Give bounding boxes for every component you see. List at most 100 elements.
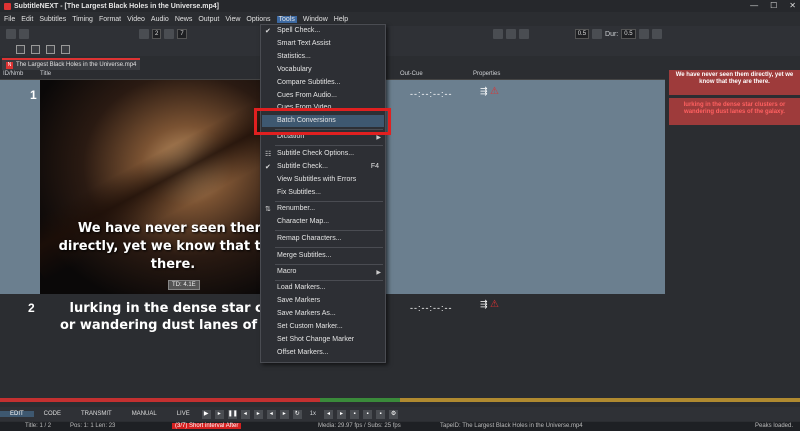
menu-item-save-markers[interactable]: Save Markers [277,297,320,304]
menu-item-set-shot-change-marker[interactable]: Set Shot Change Marker [277,336,354,343]
menu-item-load-markers[interactable]: Load Markers... [277,284,326,291]
warning-icon: ⚠ [490,299,500,310]
col-title[interactable]: Title [40,71,51,77]
menu-item-macro[interactable]: Macro [277,268,296,275]
menu-item-remap-characters[interactable]: Remap Characters... [277,235,342,242]
menu-item-spell-check[interactable]: Spell Check... [277,27,320,34]
formatting-toolbar: 2 7 0.5 Dur: 0.5 [0,26,800,42]
document-tab[interactable]: N The Largest Black Holes in the Univers… [2,58,141,70]
menu-tools[interactable]: Tools [276,15,297,23]
menu-item-set-custom-marker[interactable]: Set Custom Marker... [277,323,343,330]
menu-item-character-map[interactable]: Character Map... [277,218,329,225]
mode-transmit[interactable]: TRANSMIT [71,411,122,417]
file-icon: N [6,61,13,69]
menu-item-subtitle-check-options[interactable]: Subtitle Check Options... [277,150,354,157]
menu-item-view-errors[interactable]: View Subtitles with Errors [277,176,356,183]
submenu-arrow-icon: ▶ [376,135,381,141]
step-forward-icon[interactable]: ▸ [214,409,224,419]
col-id[interactable]: ID/Nmb [3,71,23,77]
status-error-badge[interactable]: (3/7) Short interval After [172,423,242,429]
tab-label: The Largest Black Holes in the Universe.… [16,62,137,68]
transport-bar: EDIT CODE TRANSMIT MANUAL LIVE ▶ ▸ ❚❚ ◂ … [0,407,800,421]
layout-icon[interactable] [31,44,40,54]
loop-icon[interactable]: ↻ [292,409,302,419]
marker-icon[interactable]: ▪ [363,409,373,419]
menu-edit[interactable]: Edit [21,16,33,23]
status-tapeid: TapeID: The Largest Black Holes in the U… [440,423,583,429]
font-size-a-select[interactable]: 2 [152,29,162,39]
settings-icon[interactable] [505,29,516,39]
menu-subtitles[interactable]: Subtitles [39,16,66,23]
menu-item-subtitle-check[interactable]: Subtitle Check... [277,163,328,170]
rewind-icon[interactable]: ◂ [240,409,250,419]
preview-subtitle-2[interactable]: lurking in the dense star clusters or wa… [669,98,800,125]
menu-news[interactable]: News [175,16,193,23]
menu-item-smart-text-assist[interactable]: Smart Text Assist [277,40,331,47]
layout-icon[interactable] [61,44,70,54]
out-cue[interactable]: --:--:--:-- [410,303,452,313]
menu-file[interactable]: File [4,16,15,23]
gear-icon[interactable] [592,29,603,39]
menu-window[interactable]: Window [303,16,328,23]
rewind-icon[interactable]: ◂ [324,409,334,419]
minimize-icon[interactable]: — [750,1,758,10]
menu-item-save-markers-as[interactable]: Save Markers As... [277,310,336,317]
properties-icon: ⇶ ⚠ [480,86,500,97]
maximize-icon[interactable]: ☐ [770,1,777,10]
mode-manual[interactable]: MANUAL [122,411,167,417]
fast-forward-icon[interactable]: ▸ [337,409,347,419]
speed-value[interactable]: 1x [310,411,316,417]
text-color-icon[interactable] [139,29,149,39]
mode-code[interactable]: CODE [34,411,71,417]
undo-icon[interactable] [638,29,649,39]
out-cue[interactable]: --:--:--:-- [410,89,452,99]
menu-item-vocabulary[interactable]: Vocabulary [277,66,312,73]
menu-item-statistics[interactable]: Statistics... [277,53,311,60]
refresh-icon[interactable] [492,29,503,39]
redo-icon[interactable] [651,29,662,39]
menu-item-compare-subtitles[interactable]: Compare Subtitles... [277,79,340,86]
warning-icon: ⚠ [490,86,500,97]
menu-item-renumber[interactable]: Renumber... [277,205,315,212]
col-outcue[interactable]: Out-Cue [400,71,423,77]
window-title: SubtitleNEXT - [The Largest Black Holes … [14,2,219,10]
row-number: 2 [28,301,35,315]
font-size-b-select[interactable]: 7 [177,29,187,39]
close-icon[interactable]: ✕ [789,1,796,10]
menu-help[interactable]: Help [334,16,348,23]
pen-icon[interactable] [6,29,16,39]
mode-live[interactable]: LIVE [167,411,200,417]
timeline-bar[interactable] [0,398,800,407]
text-color-icon[interactable] [164,29,175,39]
pause-icon[interactable]: ❚❚ [227,409,238,419]
edit-icon[interactable] [518,29,529,39]
layout-icon[interactable] [46,44,55,54]
monitor-icon[interactable]: ▪ [376,409,386,419]
menu-audio[interactable]: Audio [151,16,169,23]
mode-edit[interactable]: EDIT [0,411,34,417]
play-icon[interactable] [16,44,25,54]
menu-item-offset-markers[interactable]: Offset Markers... [277,349,329,356]
pen-icon[interactable] [19,29,29,39]
next-icon[interactable]: ▸ [279,409,289,419]
status-bar: Title: 1 / 2 Pos: 1: 1 Len: 23 (3/7) Sho… [0,422,800,431]
col-properties[interactable]: Properties [473,71,500,77]
menu-video[interactable]: Video [127,16,145,23]
play-icon[interactable]: ▶ [201,409,211,419]
menu-item-fix-subtitles[interactable]: Fix Subtitles... [277,189,321,196]
menu-view[interactable]: View [225,16,240,23]
previous-icon[interactable]: ◂ [266,409,276,419]
gear-icon[interactable]: ⚙ [389,409,399,419]
menu-item-cues-from-audio[interactable]: Cues From Audio... [277,92,337,99]
menu-options[interactable]: Options [246,16,270,23]
preview-subtitle-1[interactable]: We have never seen them directly, yet we… [669,70,800,95]
menu-timing[interactable]: Timing [72,16,93,23]
status-pos: Pos: 1: 1 Len: 23 [70,423,116,429]
dur-select[interactable]: 0.5 [621,29,636,39]
fast-forward-icon[interactable]: ▸ [253,409,263,419]
menu-item-merge-subtitles[interactable]: Merge Subtitles... [277,252,331,259]
menu-output[interactable]: Output [198,16,219,23]
speed-select[interactable]: 0.5 [574,29,590,39]
bookmark-icon[interactable]: ▪ [350,409,360,419]
menu-format[interactable]: Format [99,16,121,23]
